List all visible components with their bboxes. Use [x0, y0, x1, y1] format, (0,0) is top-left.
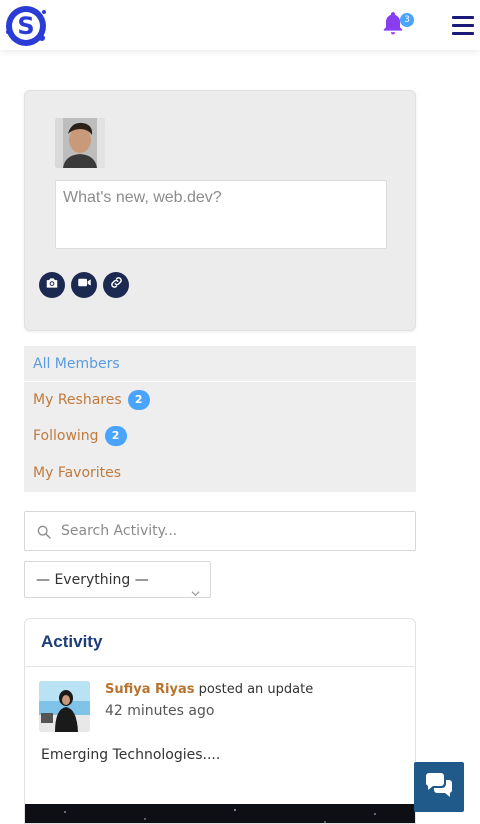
current-user-avatar: [55, 118, 105, 168]
activity-search: [24, 511, 416, 551]
post-form: What's new, web.dev?: [24, 90, 416, 331]
reshares-count-badge: 2: [127, 390, 150, 410]
whats-new-textarea[interactable]: What's new, web.dev?: [55, 180, 387, 249]
svg-text:S: S: [17, 12, 34, 40]
post-action-text: posted an update: [198, 682, 314, 697]
search-input[interactable]: [61, 512, 401, 550]
nav-item-my-reshares[interactable]: My Reshares 2: [33, 390, 150, 410]
hamburger-icon[interactable]: [452, 16, 474, 35]
link-button[interactable]: [103, 272, 129, 298]
video-button[interactable]: [71, 272, 97, 298]
activity-filter-nav: All Members My Reshares 2 Following 2 My F…: [24, 346, 416, 492]
post-timestamp[interactable]: 42 minutes ago: [105, 703, 214, 719]
link-icon: [109, 275, 124, 295]
top-header: S 3: [0, 0, 480, 50]
author-link[interactable]: Sufiya Riyas: [105, 682, 194, 697]
activity-type-select[interactable]: — Everything —: [24, 561, 211, 598]
site-logo-icon[interactable]: S: [2, 2, 50, 50]
search-icon: [36, 524, 52, 540]
camera-icon: [45, 276, 59, 295]
select-value: — Everything —: [36, 572, 149, 588]
activity-divider: [25, 666, 415, 667]
activity-feed: Activity Sufiya Riyas posted an update 4…: [24, 618, 416, 824]
activity-title: Activity: [41, 632, 103, 651]
nav-item-my-favorites[interactable]: My Favorites: [33, 463, 121, 483]
nav-item-all-members[interactable]: All Members: [33, 354, 120, 374]
post-content: Emerging Technologies....: [41, 747, 221, 763]
nav-divider: [24, 381, 416, 382]
following-count-badge: 2: [104, 426, 127, 446]
video-icon: [77, 275, 92, 295]
post-header: Sufiya Riyas posted an update: [105, 682, 313, 697]
chat-button[interactable]: [414, 762, 464, 812]
author-avatar[interactable]: [39, 681, 90, 732]
chevron-down-icon: [191, 576, 200, 597]
post-media-image[interactable]: [25, 804, 415, 823]
notifications-count-badge: 3: [400, 13, 414, 27]
nav-item-following[interactable]: Following 2: [33, 426, 127, 446]
chat-bubbles-icon: [424, 772, 454, 803]
camera-button[interactable]: [39, 272, 65, 298]
